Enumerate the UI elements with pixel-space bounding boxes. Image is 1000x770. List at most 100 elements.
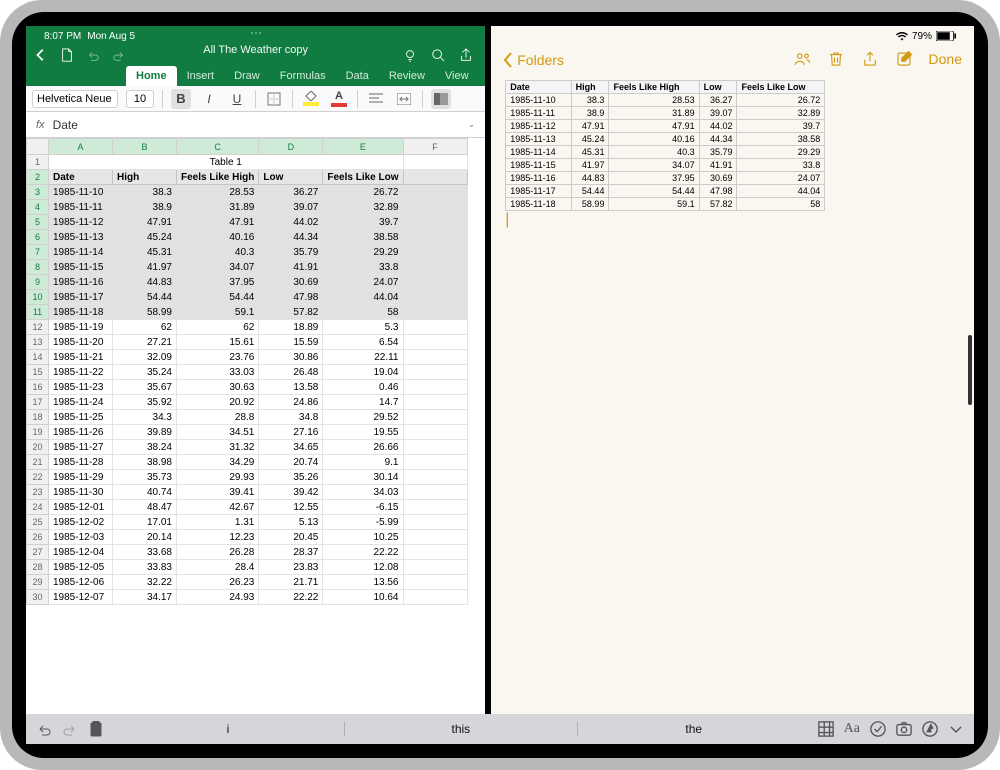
cell[interactable]: 36.27 [259, 185, 323, 200]
notes-body[interactable]: DateHighFeels Like HighLowFeels Like Low… [491, 72, 974, 744]
cell[interactable]: 15.59 [259, 335, 323, 350]
cell-date[interactable]: 1985-11-19 [49, 320, 113, 335]
bold-button[interactable]: B [171, 89, 191, 109]
row-header[interactable]: 20 [27, 440, 49, 455]
ribbon-tab-review[interactable]: Review [379, 66, 435, 86]
cell[interactable]: 30.69 [259, 275, 323, 290]
cell-date[interactable]: 1985-11-12 [49, 215, 113, 230]
suggestion-word[interactable]: the [578, 722, 810, 736]
cell-date[interactable]: 1985-12-03 [49, 530, 113, 545]
row-header[interactable]: 4 [27, 200, 49, 215]
cell-date[interactable]: 1985-11-20 [49, 335, 113, 350]
cell-date[interactable]: 1985-11-24 [49, 395, 113, 410]
col-header-B[interactable]: B [113, 139, 177, 155]
cell[interactable]: 20.45 [259, 530, 323, 545]
cell[interactable]: 29.29 [323, 245, 403, 260]
cell[interactable]: 45.24 [113, 230, 177, 245]
cell[interactable]: 54.44 [113, 290, 177, 305]
cell[interactable]: 39.07 [259, 200, 323, 215]
formula-input[interactable]: Date [53, 118, 460, 132]
cell[interactable]: 47.91 [113, 215, 177, 230]
cell[interactable]: 35.92 [113, 395, 177, 410]
font-color-button[interactable]: A [329, 89, 349, 109]
col-header-C[interactable]: C [177, 139, 259, 155]
row-header[interactable]: 19 [27, 425, 49, 440]
col-header-E[interactable]: E [323, 139, 403, 155]
cell[interactable]: 28.53 [177, 185, 259, 200]
cell[interactable]: 22.11 [323, 350, 403, 365]
cell[interactable]: 19.55 [323, 425, 403, 440]
cell[interactable]: 28.4 [177, 560, 259, 575]
row-header[interactable]: 8 [27, 260, 49, 275]
ribbon-tab-formulas[interactable]: Formulas [270, 66, 336, 86]
cell-date[interactable]: 1985-11-14 [49, 245, 113, 260]
cell[interactable]: 47.91 [177, 215, 259, 230]
camera-icon[interactable] [896, 721, 912, 737]
row-header[interactable]: 24 [27, 500, 49, 515]
cell[interactable]: 5.13 [259, 515, 323, 530]
cell[interactable]: 17.01 [113, 515, 177, 530]
column-header[interactable]: Low [259, 170, 323, 185]
cell[interactable]: 29.52 [323, 410, 403, 425]
cell-date[interactable]: 1985-11-21 [49, 350, 113, 365]
cell[interactable]: 38.3 [113, 185, 177, 200]
column-header[interactable]: Feels Like Low [323, 170, 403, 185]
cell[interactable]: 27.16 [259, 425, 323, 440]
cell-date[interactable]: 1985-11-29 [49, 470, 113, 485]
cell[interactable]: 48.47 [113, 500, 177, 515]
cell[interactable]: 24.07 [323, 275, 403, 290]
cell[interactable]: 38.98 [113, 455, 177, 470]
suggestion-word[interactable]: this [345, 722, 578, 736]
cell-date[interactable]: 1985-11-28 [49, 455, 113, 470]
row-header[interactable]: 15 [27, 365, 49, 380]
border-button[interactable] [264, 89, 284, 109]
cell[interactable]: 41.91 [259, 260, 323, 275]
cell[interactable]: 35.73 [113, 470, 177, 485]
cell-date[interactable]: 1985-11-26 [49, 425, 113, 440]
cell[interactable]: 44.34 [259, 230, 323, 245]
cell[interactable]: 21.71 [259, 575, 323, 590]
cell[interactable]: 54.44 [177, 290, 259, 305]
split-grabber[interactable] [968, 335, 972, 405]
cell[interactable]: 34.03 [323, 485, 403, 500]
row-header[interactable]: 21 [27, 455, 49, 470]
cell[interactable]: 33.68 [113, 545, 177, 560]
cell[interactable]: 38.58 [323, 230, 403, 245]
cell[interactable]: 20.14 [113, 530, 177, 545]
ribbon-tab-draw[interactable]: Draw [224, 66, 270, 86]
share-icon[interactable] [459, 48, 473, 62]
ribbon-tab-view[interactable]: View [435, 66, 479, 86]
cell[interactable]: 15.61 [177, 335, 259, 350]
spreadsheet-grid[interactable]: ABCDEF1Table 12DateHighFeels Like HighLo… [26, 138, 485, 744]
cell[interactable]: 33.8 [323, 260, 403, 275]
cell-date[interactable]: 1985-11-22 [49, 365, 113, 380]
cell[interactable]: 23.76 [177, 350, 259, 365]
cell[interactable]: 1.31 [177, 515, 259, 530]
cell[interactable]: 40.74 [113, 485, 177, 500]
row-header[interactable]: 25 [27, 515, 49, 530]
cell[interactable]: 0.46 [323, 380, 403, 395]
cell[interactable]: 39.89 [113, 425, 177, 440]
cell[interactable]: 10.25 [323, 530, 403, 545]
cell[interactable]: 19.04 [323, 365, 403, 380]
cell[interactable]: 34.17 [113, 590, 177, 605]
cell[interactable]: 39.41 [177, 485, 259, 500]
cell[interactable]: 39.42 [259, 485, 323, 500]
row-header[interactable]: 14 [27, 350, 49, 365]
font-size-input[interactable] [126, 90, 154, 108]
cell[interactable]: 40.16 [177, 230, 259, 245]
row-header[interactable]: 22 [27, 470, 49, 485]
cell-date[interactable]: 1985-12-05 [49, 560, 113, 575]
file-icon[interactable] [60, 48, 74, 62]
cell-date[interactable]: 1985-12-02 [49, 515, 113, 530]
col-header-A[interactable]: A [49, 139, 113, 155]
cell[interactable]: 24.93 [177, 590, 259, 605]
row-header[interactable]: 10 [27, 290, 49, 305]
cell-date[interactable]: 1985-11-23 [49, 380, 113, 395]
cell[interactable]: 35.26 [259, 470, 323, 485]
cell[interactable]: 44.02 [259, 215, 323, 230]
share-icon[interactable] [861, 50, 879, 68]
align-button[interactable] [366, 89, 386, 109]
row-header[interactable]: 17 [27, 395, 49, 410]
cell[interactable]: 12.23 [177, 530, 259, 545]
